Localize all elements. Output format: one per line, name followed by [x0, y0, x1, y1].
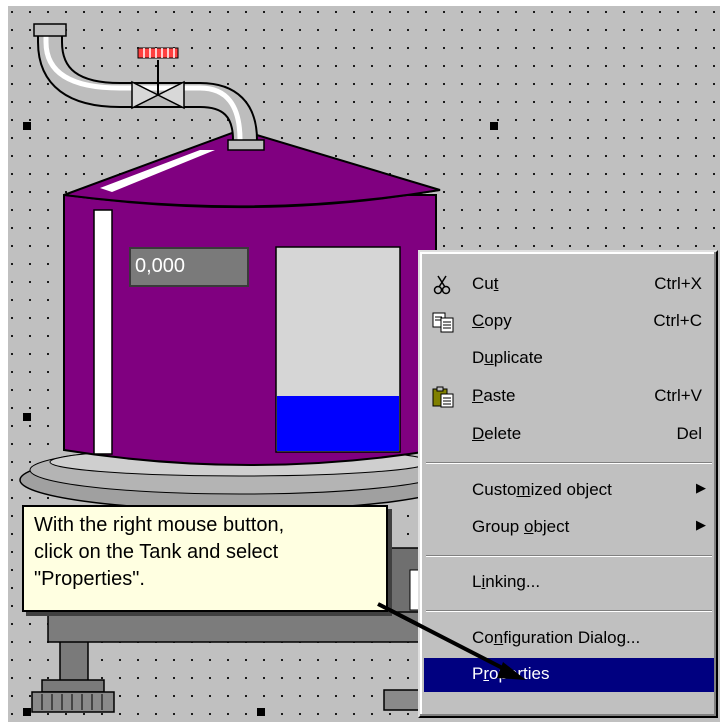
- tank-level-indicator: [275, 246, 401, 453]
- menu-separator: [426, 462, 712, 464]
- selection-handle-bottom-mid[interactable]: [257, 708, 265, 716]
- value-display[interactable]: 0,000: [129, 247, 249, 287]
- menu-item-label: Group object: [472, 517, 570, 536]
- submenu-arrow-icon: ▶: [696, 517, 706, 532]
- menu-item-paste[interactable]: Paste Ctrl+V: [424, 380, 714, 413]
- menu-item-group-object[interactable]: Group object ▶: [424, 511, 714, 544]
- tooltip-line-1: With the right mouse button,: [34, 514, 285, 536]
- tooltip-line-2: click on the Tank and select: [34, 541, 279, 563]
- tank-legs: [31, 639, 421, 713]
- menu-item-label: Configuration Dialog...: [472, 628, 641, 647]
- menu-item-shortcut: Del: [676, 424, 702, 443]
- menu-item-shortcut: Ctrl+V: [654, 386, 702, 405]
- menu-item-cut[interactable]: Cut Ctrl+X: [424, 268, 714, 301]
- menu-item-delete[interactable]: Delete Del: [424, 418, 714, 451]
- menu-item-properties[interactable]: Properties: [424, 658, 714, 692]
- selection-handle-top-right[interactable]: [490, 122, 498, 130]
- tooltip-line-3: "Properties".: [34, 568, 145, 590]
- inlet-pipe: [33, 23, 265, 153]
- menu-item-shortcut: Ctrl+C: [653, 311, 702, 330]
- menu-item-label: Delete: [472, 424, 522, 443]
- menu-item-label: Paste: [472, 386, 516, 405]
- menu-separator: [426, 610, 712, 612]
- copy-icon: [432, 311, 456, 333]
- selection-handle-mid-left[interactable]: [23, 413, 31, 421]
- menu-item-label: Properties: [472, 664, 550, 683]
- selection-handle-bottom-left[interactable]: [23, 708, 31, 716]
- instruction-tooltip: With the right mouse button, click on th…: [22, 505, 388, 612]
- submenu-arrow-icon: ▶: [696, 480, 706, 495]
- context-menu: Cut Ctrl+X Copy Ctrl+C Duplicate Paste C…: [418, 250, 718, 718]
- menu-item-customized-object[interactable]: Customized object ▶: [424, 474, 714, 507]
- selection-handle-top-left[interactable]: [23, 122, 31, 130]
- menu-item-label: Linking...: [472, 572, 541, 591]
- menu-item-configuration-dialog[interactable]: Configuration Dialog...: [424, 622, 714, 655]
- menu-item-label: Cut: [472, 274, 499, 293]
- menu-item-linking[interactable]: Linking...: [424, 566, 714, 599]
- menu-item-copy[interactable]: Copy Ctrl+C: [424, 305, 714, 338]
- menu-item-shortcut: Ctrl+X: [654, 274, 702, 293]
- menu-item-duplicate[interactable]: Duplicate: [424, 342, 714, 375]
- paste-icon: [432, 386, 456, 408]
- menu-item-label: Copy: [472, 311, 512, 330]
- menu-separator: [426, 555, 712, 557]
- scissors-icon: [432, 274, 456, 296]
- menu-item-label: Duplicate: [472, 348, 543, 367]
- menu-item-label: Customized object: [472, 480, 612, 499]
